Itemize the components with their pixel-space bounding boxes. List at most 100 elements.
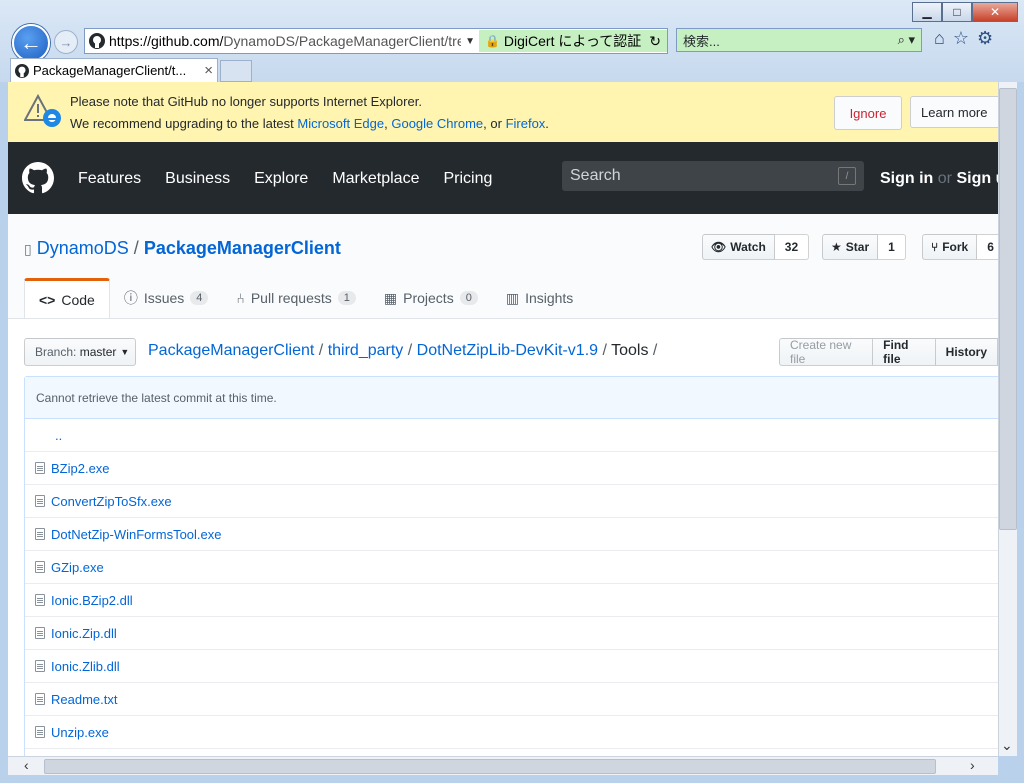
history-button[interactable]: History <box>934 338 998 366</box>
watch-count[interactable]: 32 <box>774 234 810 260</box>
repo-tabs: <> Code ⓘ Issues 4 ⑃ Pull requests 1 ▦ Project… <box>24 278 587 318</box>
table-row[interactable]: GZip.exe <box>25 551 998 584</box>
file-link[interactable]: BZip2.exe <box>51 461 110 476</box>
refresh-icon[interactable]: ↻ <box>649 33 661 50</box>
crumb-third-party[interactable]: third_party <box>328 342 404 359</box>
chevron-left-icon[interactable]: ‹ <box>24 757 29 773</box>
repo-owner-link[interactable]: DynamoDS <box>37 238 129 258</box>
table-row[interactable]: Ionic.BZip2.dll <box>25 584 998 617</box>
horizontal-scrollbar[interactable]: ‹ › <box>8 756 998 775</box>
repo-header: ▯ DynamoDS / PackageManagerClient 👁 Watch… <box>8 214 998 319</box>
tab-pull-requests[interactable]: ⑃ Pull requests 1 <box>222 278 369 318</box>
star-group: ★ Star 1 <box>822 234 906 260</box>
github-search-input[interactable]: Search / <box>562 161 864 191</box>
file-link[interactable]: DotNetZip-WinFormsTool.exe <box>51 527 222 542</box>
cert-label: DigiCert によって認証 <box>503 33 642 49</box>
tab-insights[interactable]: ▥ Insights <box>492 278 587 318</box>
forward-button[interactable]: → <box>54 30 78 54</box>
branch-select[interactable]: Branch: master ▼ <box>24 338 136 366</box>
fork-group: ⑂ Fork 6 <box>922 234 998 260</box>
new-tab-button[interactable] <box>220 60 252 82</box>
table-row[interactable]: DotNetZip-WinFormsTool.exe <box>25 518 998 551</box>
table-row[interactable]: Ionic.Zlib.dll <box>25 650 998 683</box>
chevron-right-icon[interactable]: › <box>970 757 975 773</box>
search-icon[interactable]: ⌕ ▾ <box>898 32 915 48</box>
tab-title: PackageManagerClient/t... <box>33 63 187 78</box>
address-url: https://github.com/DynamoDS/PackageManag… <box>109 33 462 49</box>
repo-book-icon: ▯ <box>24 241 32 257</box>
firefox-link[interactable]: Firefox <box>506 116 546 131</box>
table-row[interactable]: Unzip.exe <box>25 716 998 749</box>
find-file-button[interactable]: Find file <box>872 338 936 366</box>
warning-ie-icon <box>24 94 61 127</box>
maximize-button[interactable]: □ <box>942 2 972 22</box>
fork-count[interactable]: 6 <box>977 234 998 260</box>
file-link[interactable]: ConvertZipToSfx.exe <box>51 494 172 509</box>
sign-up-link[interactable]: Sign u <box>956 170 998 187</box>
close-window-button[interactable]: ✕ <box>972 2 1018 22</box>
certificate-indicator[interactable]: 🔒 DigiCert によって認証 ↻ <box>478 30 667 52</box>
window-controls: ▁ □ ✕ <box>912 2 1018 22</box>
nav-pricing[interactable]: Pricing <box>443 170 492 188</box>
nav-features[interactable]: Features <box>78 170 141 188</box>
create-new-file-button[interactable]: Create new file <box>779 338 874 366</box>
file-icon <box>35 693 45 705</box>
home-icon[interactable]: ⌂ <box>934 28 945 49</box>
edge-link[interactable]: Microsoft Edge <box>297 116 384 131</box>
parent-directory-link[interactable]: .. <box>55 428 62 443</box>
watch-button[interactable]: 👁 Watch <box>702 234 775 260</box>
table-row[interactable]: BZip2.exe <box>25 452 998 485</box>
vertical-scroll-thumb[interactable] <box>999 88 1017 530</box>
crumb-dotnetziplib[interactable]: DotNetZipLib-DevKit-v1.9 <box>417 342 598 359</box>
settings-gear-icon[interactable]: ⚙ <box>977 28 993 49</box>
favorites-star-icon[interactable]: ☆ <box>953 28 969 49</box>
file-icon <box>35 561 45 573</box>
close-tab-icon[interactable]: × <box>204 62 213 79</box>
tab-issues[interactable]: ⓘ Issues 4 <box>110 278 223 318</box>
banner-line-1: Please note that GitHub no longer suppor… <box>70 94 422 109</box>
sign-in-link[interactable]: Sign in <box>880 170 933 187</box>
file-icon <box>35 495 45 507</box>
file-link[interactable]: Ionic.Zlib.dll <box>51 659 120 674</box>
file-icon <box>35 660 45 672</box>
table-row[interactable]: Readme.txt <box>25 683 998 716</box>
star-button[interactable]: ★ Star <box>822 234 879 260</box>
nav-marketplace[interactable]: Marketplace <box>332 170 419 188</box>
nav-business[interactable]: Business <box>165 170 230 188</box>
header-nav: Features Business Explore Marketplace Pr… <box>78 170 492 188</box>
learn-more-button[interactable]: Learn more <box>910 96 998 128</box>
table-row[interactable]: Ionic.Zip.dll <box>25 617 998 650</box>
horizontal-scroll-thumb[interactable] <box>44 759 936 774</box>
vertical-scrollbar[interactable]: ⌄ <box>998 82 1017 756</box>
chrome-link[interactable]: Google Chrome <box>391 116 483 131</box>
file-link[interactable]: GZip.exe <box>51 560 104 575</box>
ignore-button[interactable]: Ignore <box>834 96 902 130</box>
lock-icon: 🔒 <box>484 34 500 48</box>
file-link[interactable]: Readme.txt <box>51 692 117 707</box>
crumb-repo[interactable]: PackageManagerClient <box>148 342 314 359</box>
file-icon <box>35 726 45 738</box>
nav-explore[interactable]: Explore <box>254 170 308 188</box>
commit-message: Cannot retrieve the latest commit at thi… <box>25 377 998 419</box>
file-link[interactable]: Ionic.Zip.dll <box>51 626 117 641</box>
table-row[interactable]: ConvertZipToSfx.exe <box>25 485 998 518</box>
fork-button[interactable]: ⑂ Fork <box>922 234 978 260</box>
chevron-down-icon[interactable]: ⌄ <box>1001 737 1013 754</box>
minimize-button[interactable]: ▁ <box>912 2 942 22</box>
tab-projects[interactable]: ▦ Projects 0 <box>370 278 492 318</box>
back-button[interactable]: ← <box>12 24 50 62</box>
tab-code[interactable]: <> Code <box>24 278 110 318</box>
dropdown-icon[interactable]: ▼ <box>461 36 479 47</box>
file-link[interactable]: Unzip.exe <box>51 725 109 740</box>
github-logo-icon[interactable] <box>22 162 54 194</box>
slash-shortcut-icon: / <box>838 167 856 185</box>
parent-directory-row[interactable]: .. <box>25 419 998 452</box>
repo-title: ▯ DynamoDS / PackageManagerClient <box>24 238 341 258</box>
file-link[interactable]: Ionic.BZip2.dll <box>51 593 133 608</box>
address-bar[interactable]: https://github.com/DynamoDS/PackageManag… <box>84 28 668 54</box>
repo-name-link[interactable]: PackageManagerClient <box>144 238 341 258</box>
browser-search-box[interactable]: 検索... ⌕ ▾ <box>676 28 922 52</box>
star-count[interactable]: 1 <box>878 234 906 260</box>
browser-tab[interactable]: PackageManagerClient/t... × <box>10 58 218 82</box>
search-placeholder: Search <box>570 167 621 184</box>
